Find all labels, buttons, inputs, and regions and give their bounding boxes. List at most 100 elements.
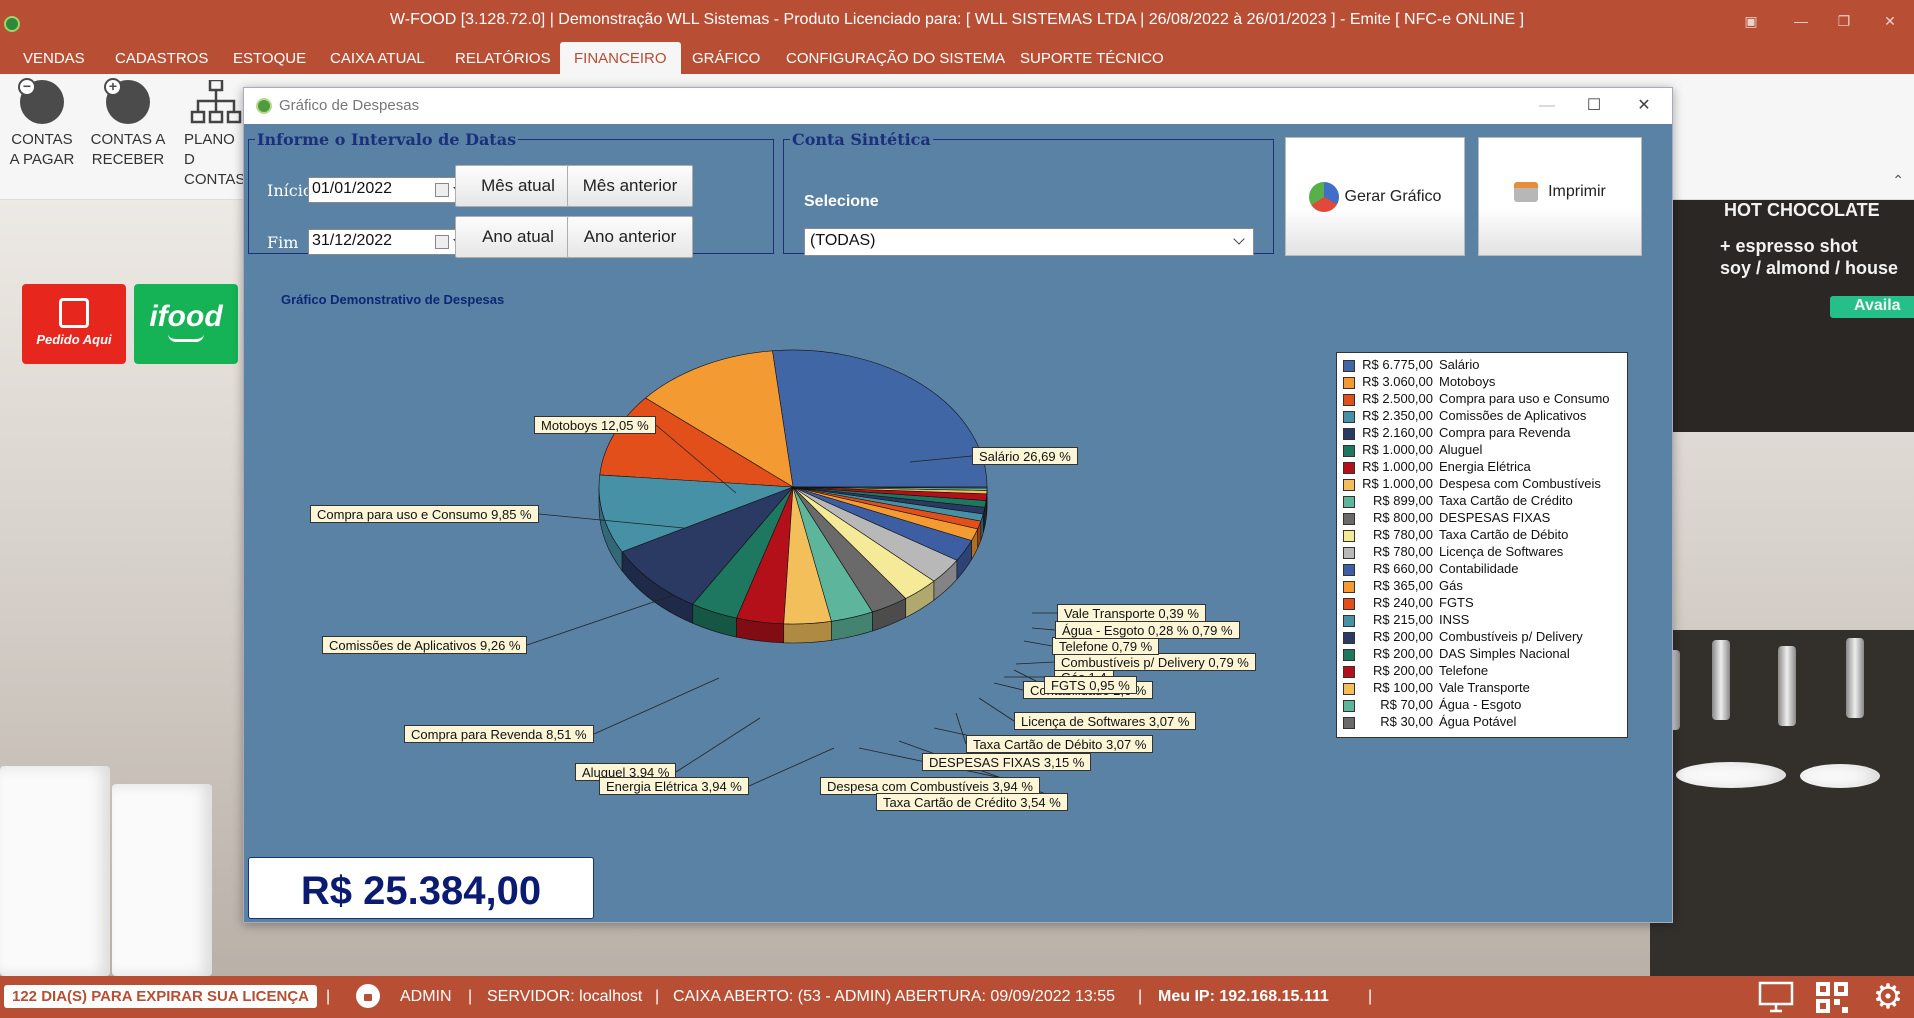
legend-swatch <box>1343 513 1355 525</box>
menu-cadastros[interactable]: CADASTROS <box>115 42 208 74</box>
legend-entry: R$ 100,00 Vale Transporte <box>1343 680 1627 697</box>
menu-estoque[interactable]: ESTOQUE <box>233 42 306 74</box>
status-user: ADMIN <box>400 988 452 1005</box>
legend-entry: R$ 240,00 FGTS <box>1343 595 1627 612</box>
qrcode-icon[interactable] <box>1814 980 1850 1014</box>
legend-label: Compra para uso e Consumo <box>1439 391 1610 406</box>
legend-value: R$ 899,00 <box>1373 493 1433 508</box>
legend-label: DAS Simples Nacional <box>1439 646 1570 661</box>
callout-leader-line <box>1023 640 1053 647</box>
slice-callout-label: Motoboys 12,05 % <box>534 416 656 434</box>
ifood-button[interactable]: ifood <box>134 284 238 364</box>
money-plus-icon: + <box>104 78 150 124</box>
legend-value: R$ 30,00 <box>1380 714 1433 729</box>
status-caixa: CAIXA ABERTO: (53 - ADMIN) ABERTURA: 09/… <box>673 988 1115 1005</box>
legend-label: DESPESAS FIXAS <box>1439 510 1551 525</box>
expense-chart-dialog: Gráfico de Despesas — ☐ ✕ Informe o Inte… <box>243 87 1673 923</box>
legend-value: R$ 660,00 <box>1373 561 1433 576</box>
legend-value: R$ 2.500,00 <box>1362 391 1433 406</box>
legend-value: R$ 1.000,00 <box>1362 476 1433 491</box>
slice-callout-label: Salário 26,69 % <box>972 447 1078 465</box>
legend-label: Motoboys <box>1439 374 1496 389</box>
legend-swatch <box>1343 717 1355 729</box>
legend-value: R$ 215,00 <box>1373 612 1433 627</box>
contas-a-pagar-button[interactable]: − CONTAS A PAGAR <box>2 78 82 170</box>
legend-entry: R$ 215,00 INSS <box>1343 612 1627 629</box>
callout-leader-line <box>526 594 675 646</box>
legend-swatch <box>1343 530 1355 542</box>
slice-callout-label: DESPESAS FIXAS 3,15 % <box>922 753 1092 771</box>
callout-leader-line <box>1015 661 1055 665</box>
minimize-button[interactable]: — <box>1787 10 1815 32</box>
legend-label: FGTS <box>1439 595 1474 610</box>
menu-caixa-atual[interactable]: CAIXA ATUAL <box>330 42 425 74</box>
legend-value: R$ 2.160,00 <box>1362 425 1433 440</box>
monitor-icon[interactable] <box>1758 980 1794 1014</box>
callout-leader-line <box>993 682 1024 691</box>
legend-entry: R$ 2.500,00 Compra para uso e Consumo <box>1343 391 1627 408</box>
status-server: SERVIDOR: localhost <box>487 988 643 1005</box>
legend-label: Água Potável <box>1439 714 1517 729</box>
legend-swatch <box>1343 377 1355 389</box>
menu-financeiro[interactable]: FINANCEIRO <box>560 42 681 74</box>
legend-entry: R$ 200,00 Telefone <box>1343 663 1627 680</box>
slice-callout-label: Taxa Cartão de Crédito 3,54 % <box>876 793 1068 811</box>
menu-grafico[interactable]: GRÁFICO <box>692 42 760 74</box>
money-minus-icon: − <box>18 78 64 124</box>
contas-a-receber-button[interactable]: + CONTAS A RECEBER <box>88 78 168 170</box>
legend-entry: R$ 365,00 Gás <box>1343 578 1627 595</box>
menu-configuracao[interactable]: CONFIGURAÇÃO DO SISTEMA <box>786 42 1005 74</box>
legend-label: Despesa com Combustíveis <box>1439 476 1601 491</box>
legend-entry: R$ 660,00 Contabilidade <box>1343 561 1627 578</box>
app-titlebar: W-FOOD [3.128.72.0] | Demonstração WLL S… <box>0 0 1914 42</box>
ifood-smile-icon <box>168 334 204 342</box>
legend-value: R$ 3.060,00 <box>1362 374 1433 389</box>
legend-value: R$ 2.350,00 <box>1362 408 1433 423</box>
legend-value: R$ 780,00 <box>1373 527 1433 542</box>
legend-label: Combustíveis p/ Delivery <box>1439 629 1583 644</box>
pie-slice[interactable] <box>772 349 988 488</box>
legend-entry: R$ 2.350,00 Comissões de Aplicativos <box>1343 408 1627 425</box>
pedido-aqui-button[interactable]: Pedido Aqui <box>22 284 126 364</box>
legend-value: R$ 200,00 <box>1373 629 1433 644</box>
legend-swatch <box>1343 700 1355 712</box>
legend-value: R$ 1.000,00 <box>1362 459 1433 474</box>
app-title: W-FOOD [3.128.72.0] | Demonstração WLL S… <box>389 11 1525 28</box>
legend-swatch <box>1343 547 1355 559</box>
legend-value: R$ 70,00 <box>1380 697 1433 712</box>
gear-icon[interactable]: ⚙ <box>1870 980 1906 1014</box>
legend-swatch <box>1343 683 1355 695</box>
legend-swatch <box>1343 598 1355 610</box>
menu-suporte[interactable]: SUPORTE TÉCNICO <box>1020 42 1164 74</box>
legend-value: R$ 6.775,00 <box>1362 357 1433 372</box>
pedido-aqui-logo-icon <box>59 298 89 328</box>
close-button[interactable]: ✕ <box>1876 10 1904 32</box>
legend-swatch <box>1343 360 1355 372</box>
lock-icon[interactable] <box>356 984 380 1008</box>
slice-callout-label: Vale Transporte 0,39 % <box>1057 604 1206 622</box>
legend-entry: R$ 800,00 DESPESAS FIXAS <box>1343 510 1627 527</box>
plano-de-contas-button[interactable]: PLANO D CONTAS <box>176 80 246 190</box>
maximize-button[interactable]: ❐ <box>1830 10 1858 32</box>
legend-value: R$ 365,00 <box>1373 578 1433 593</box>
legend-label: Vale Transporte <box>1439 680 1530 695</box>
menu-relatorios[interactable]: RELATÓRIOS <box>455 42 551 74</box>
legend-swatch <box>1343 632 1355 644</box>
license-badge[interactable]: 122 DIA(S) PARA EXPIRAR SUA LICENÇA <box>4 985 317 1008</box>
legend-entry: R$ 70,00 Água - Esgoto <box>1343 697 1627 714</box>
callout-leader-line <box>593 677 720 735</box>
restore-icon[interactable]: ▣ <box>1737 10 1765 32</box>
slice-callout-label: Telefone 0,79 % <box>1052 637 1160 655</box>
legend-entry: R$ 780,00 Taxa Cartão de Débito <box>1343 527 1627 544</box>
legend-entry: R$ 1.000,00 Energia Elétrica <box>1343 459 1627 476</box>
slice-callout-label: Energia Elétrica 3,94 % <box>599 777 749 795</box>
legend-swatch <box>1343 428 1355 440</box>
legend-value: R$ 1.000,00 <box>1362 442 1433 457</box>
callout-leader-line <box>978 697 1015 722</box>
chevron-up-icon[interactable]: ⌃ <box>1892 172 1904 189</box>
legend-entry: R$ 6.775,00 Salário <box>1343 357 1627 374</box>
legend-swatch <box>1343 394 1355 406</box>
slice-callout-label: Compra para Revenda 8,51 % <box>404 725 594 743</box>
menu-vendas[interactable]: VENDAS <box>23 42 85 74</box>
slice-callout-label: Licença de Softwares 3,07 % <box>1014 712 1197 730</box>
